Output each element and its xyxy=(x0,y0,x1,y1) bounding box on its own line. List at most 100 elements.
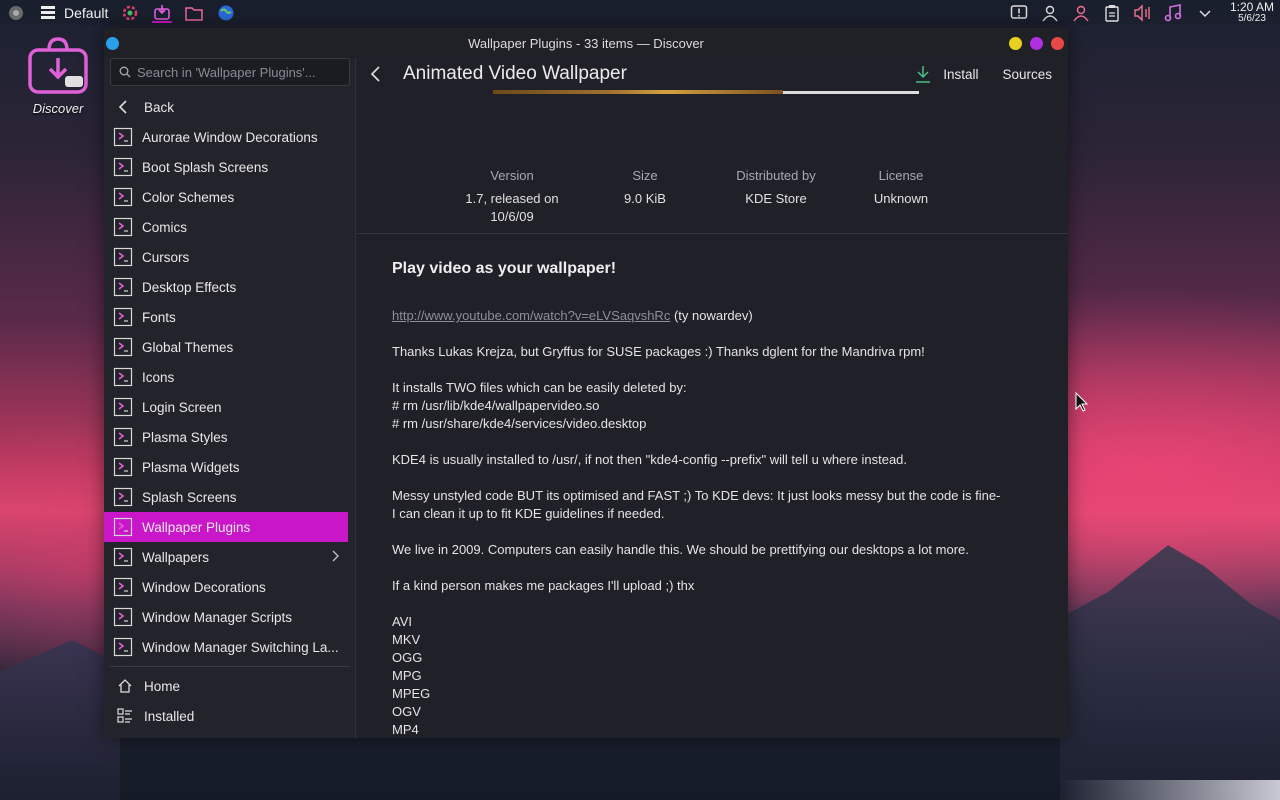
screenshot-selected-indicator xyxy=(783,91,919,94)
sidebar-item-fonts[interactable]: Fonts xyxy=(104,302,356,332)
category-label: Splash Screens xyxy=(142,489,237,505)
activity-icon[interactable] xyxy=(38,3,58,23)
sidebar-item-comics[interactable]: Comics xyxy=(104,212,356,242)
media-player-icon[interactable] xyxy=(1164,3,1184,23)
category-icon xyxy=(112,576,134,598)
sidebar-item-window-manager-switching-la[interactable]: Window Manager Switching La... xyxy=(104,632,356,662)
header-back-icon[interactable] xyxy=(369,66,383,82)
minimize-button[interactable] xyxy=(1009,37,1022,50)
description-heading: Play video as your wallpaper! xyxy=(392,260,617,277)
install-label: Install xyxy=(943,66,979,82)
category-label: Comics xyxy=(142,219,188,235)
app-details: Version 1.7, released on 10/6/09 Size 9.… xyxy=(357,58,1068,738)
format-item: OGG xyxy=(392,650,423,665)
sidebar-item-plasma-styles[interactable]: Plasma Styles xyxy=(104,422,356,452)
sidebar-item-global-themes[interactable]: Global Themes xyxy=(104,332,356,362)
sidebar-item-wallpaper-plugins[interactable]: Wallpaper Plugins xyxy=(104,512,348,542)
maximize-button[interactable] xyxy=(1030,37,1043,50)
search-field[interactable] xyxy=(110,58,350,86)
sidebar-item-aurorae-window-decorations[interactable]: Aurorae Window Decorations xyxy=(104,122,356,152)
meta-distributor: Distributed by KDE Store xyxy=(721,168,831,208)
description-p5: We live in 2009. Computers can easily ha… xyxy=(392,542,969,557)
clock[interactable]: 1:20 AM 5/6/23 xyxy=(1229,0,1274,24)
category-label: Desktop Effects xyxy=(142,279,237,295)
wallpaper-snow xyxy=(1060,780,1280,800)
sidebar-item-wallpapers[interactable]: Wallpapers xyxy=(104,542,356,572)
discover-taskbar-icon[interactable] xyxy=(152,3,173,23)
description-link-line: http://www.youtube.com/watch?v=eLVSaqvsh… xyxy=(392,307,1032,325)
desktop-icon-label: Discover xyxy=(32,101,84,116)
category-icon xyxy=(112,516,134,538)
description-p3: KDE4 is usually installed to /usr/, if n… xyxy=(392,452,908,467)
category-icon xyxy=(112,366,134,388)
close-button[interactable] xyxy=(1051,37,1064,50)
category-icon xyxy=(112,606,134,628)
meta-version: Version 1.7, released on 10/6/09 xyxy=(457,168,567,226)
sidebar-item-splash-screens[interactable]: Splash Screens xyxy=(104,482,356,512)
sources-button[interactable]: Sources xyxy=(1002,67,1052,82)
chevron-left-icon xyxy=(118,100,127,114)
meta-size: Size 9.0 KiB xyxy=(605,168,685,208)
folder-icon[interactable] xyxy=(184,3,204,23)
category-label: Window Manager Scripts xyxy=(142,609,293,625)
sidebar-item-boot-splash-screens[interactable]: Boot Splash Screens xyxy=(104,152,356,182)
activity-label[interactable]: Default xyxy=(64,5,108,21)
category-icon xyxy=(112,216,134,238)
sidebar-item-plasma-widgets[interactable]: Plasma Widgets xyxy=(104,452,356,482)
category-label: Aurorae Window Decorations xyxy=(142,129,318,145)
home-icon xyxy=(114,675,136,697)
license-value[interactable]: Unknown xyxy=(861,190,941,208)
description-p4: Messy unstyled code BUT its optimised an… xyxy=(392,488,1001,521)
sidebar: Back Aurorae Window Decorations Boot Spla… xyxy=(104,58,356,738)
category-label: Boot Splash Screens xyxy=(142,159,269,175)
sidebar-item-desktop-effects[interactable]: Desktop Effects xyxy=(104,272,356,302)
install-button[interactable]: Install xyxy=(915,65,978,83)
sidebar-item-login-screen[interactable]: Login Screen xyxy=(104,392,356,422)
clock-date: 5/6/23 xyxy=(1238,12,1266,24)
kde-launcher-icon[interactable] xyxy=(6,3,26,23)
category-label: Color Schemes xyxy=(142,189,235,205)
user-icon[interactable] xyxy=(1040,3,1060,23)
notifications-icon[interactable] xyxy=(1009,3,1029,23)
format-list: AVIMKVOGGMPGMPEGOGVMP4OGMASF xyxy=(392,613,1032,738)
screenshot-strip[interactable] xyxy=(493,90,783,94)
title-bar[interactable]: Wallpaper Plugins - 33 items — Discover xyxy=(104,28,1068,58)
chevron-down-icon[interactable] xyxy=(1195,3,1215,23)
category-icon xyxy=(112,126,134,148)
video-link[interactable]: http://www.youtube.com/watch?v=eLVSaqvsh… xyxy=(392,308,670,323)
user-switch-icon[interactable] xyxy=(1071,3,1091,23)
sidebar-item-cursors[interactable]: Cursors xyxy=(104,242,356,272)
category-icon xyxy=(112,546,134,568)
format-item: MKV xyxy=(392,632,421,647)
sidebar-item-installed[interactable]: Installed xyxy=(104,701,356,731)
back-button[interactable]: Back xyxy=(104,92,356,122)
category-icon xyxy=(112,426,134,448)
sidebar-item-window-manager-scripts[interactable]: Window Manager Scripts xyxy=(104,602,356,632)
search-icon xyxy=(119,66,131,78)
chevron-right-icon xyxy=(332,550,340,565)
link-suffix: (ty nowardev) xyxy=(670,308,753,323)
sidebar-item-home[interactable]: Home xyxy=(104,671,356,701)
category-icon xyxy=(112,276,134,298)
search-input[interactable] xyxy=(137,64,347,80)
distributor-value: KDE Store xyxy=(745,191,807,206)
category-icon xyxy=(112,636,134,658)
description-p6: If a kind person makes me packages I'll … xyxy=(392,578,695,593)
category-icon xyxy=(112,186,134,208)
window-title: Wallpaper Plugins - 33 items — Discover xyxy=(468,35,704,51)
sidebar-item-window-decorations[interactable]: Window Decorations xyxy=(104,572,356,602)
window-menu-dot[interactable] xyxy=(106,37,119,50)
sidebar-item-icons[interactable]: Icons xyxy=(104,362,356,392)
category-label: Window Manager Switching La... xyxy=(142,639,339,655)
category-nav: Back Aurorae Window Decorations Boot Spla… xyxy=(104,92,356,731)
settings-gear-icon[interactable] xyxy=(120,3,140,23)
clipboard-icon[interactable] xyxy=(1102,3,1122,23)
home-label: Home xyxy=(144,678,181,694)
browser-globe-icon[interactable] xyxy=(216,3,236,23)
clock-time: 1:20 AM xyxy=(1229,0,1274,14)
top-panel: Default 1:20 AM 5/6/23 xyxy=(0,0,1280,25)
sidebar-item-color-schemes[interactable]: Color Schemes xyxy=(104,182,356,212)
size-value: 9.0 KiB xyxy=(624,191,666,206)
volume-icon[interactable] xyxy=(1133,3,1153,23)
desktop-icon-discover[interactable]: Discover xyxy=(22,36,94,116)
